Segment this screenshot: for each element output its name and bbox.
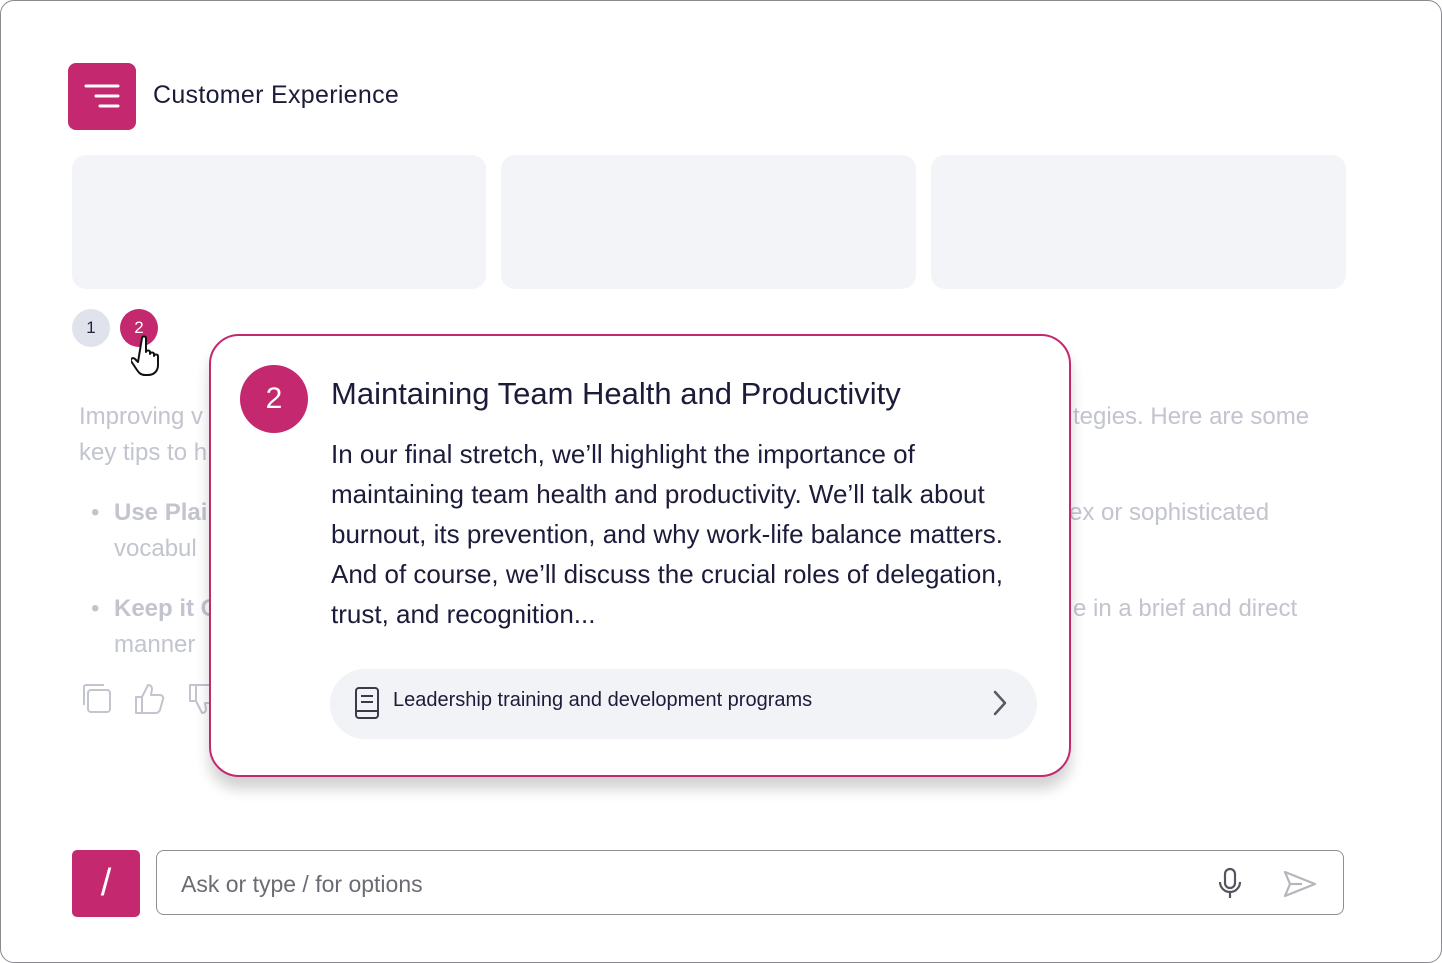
- bullet-dot: •: [91, 595, 100, 622]
- chevron-right-icon: [993, 690, 1007, 716]
- section-number-badge: 2: [240, 365, 308, 433]
- copy-icon[interactable]: [79, 681, 115, 717]
- thumbs-up-icon[interactable]: [132, 681, 168, 717]
- menu-button[interactable]: [68, 63, 136, 130]
- slash-command-button[interactable]: /: [72, 850, 140, 917]
- background-paragraph: tegies. Here are some: [1073, 403, 1310, 430]
- bullet-heading: Use Plai: [114, 499, 208, 526]
- chat-input[interactable]: [179, 865, 1183, 903]
- bullet-text: e in a brief and direct: [1073, 595, 1298, 622]
- bullet-text: manner: [114, 631, 196, 658]
- microphone-icon[interactable]: [1217, 867, 1243, 901]
- bullet-dot: •: [91, 499, 100, 526]
- popover-body: In our final stretch, we’ll highlight th…: [331, 439, 1004, 629]
- bullet-text: ex or sophisticated: [1069, 499, 1270, 526]
- menu-icon: [84, 84, 120, 108]
- section-popover: 2 Maintaining Team Health and Productivi…: [209, 334, 1071, 777]
- page-indicator-1[interactable]: 1: [72, 309, 110, 347]
- composer: [156, 850, 1344, 915]
- hand-cursor-icon: [131, 335, 159, 376]
- send-icon[interactable]: [1282, 869, 1318, 899]
- source-link-label: Leadership training and development prog…: [393, 689, 813, 711]
- placeholder-card[interactable]: [72, 155, 486, 289]
- bullet-text: vocabul: [114, 535, 197, 562]
- background-paragraph: key tips to h: [79, 439, 208, 466]
- document-icon: [355, 687, 379, 719]
- page-title: Customer Experience: [153, 81, 400, 109]
- source-link[interactable]: Leadership training and development prog…: [330, 669, 1037, 739]
- bullet-heading: Keep it C: [114, 595, 219, 622]
- placeholder-card[interactable]: [931, 155, 1346, 289]
- placeholder-card[interactable]: [501, 155, 916, 289]
- app-window: Customer Experience 1 2 Improving v tegi…: [0, 0, 1442, 963]
- background-paragraph: Improving v: [79, 403, 204, 430]
- popover-title: Maintaining Team Health and Productivity: [331, 376, 901, 411]
